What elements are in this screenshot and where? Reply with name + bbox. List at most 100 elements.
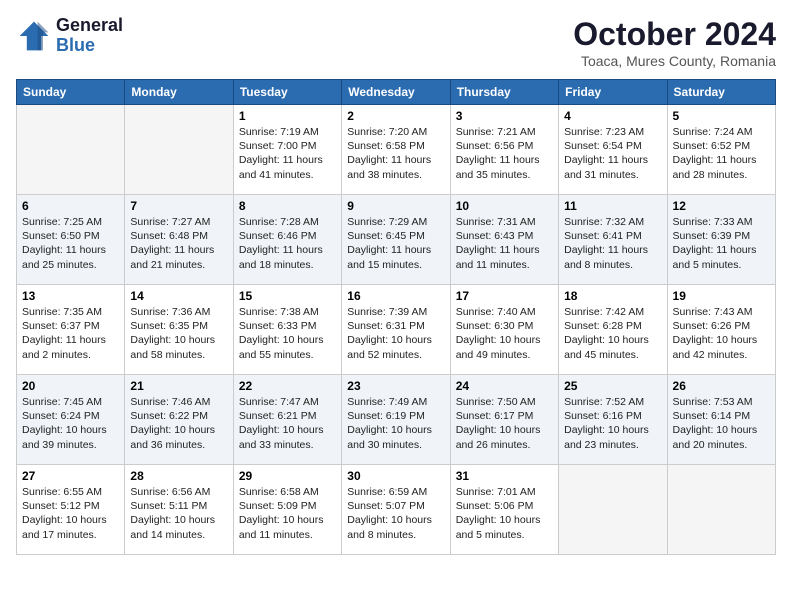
day-header-thursday: Thursday [450, 80, 558, 105]
calendar-cell: 20Sunrise: 7:45 AM Sunset: 6:24 PM Dayli… [17, 375, 125, 465]
day-number: 30 [347, 469, 444, 483]
calendar-cell: 17 Sunrise: 7:40 AM Sunset: 6:30 PM Dayli… [450, 285, 558, 375]
title-area: October 2024 Toaca, Mures County, Romani… [573, 16, 776, 69]
day-info: Sunrise: 7:36 AM Sunset: 6:35 PM Dayligh… [130, 305, 227, 362]
calendar-cell: 9Sunrise: 7:29 AM Sunset: 6:45 PM Daylig… [342, 195, 450, 285]
calendar-cell: 16 Sunrise: 7:39 AM Sunset: 6:31 PM Dayli… [342, 285, 450, 375]
day-info: Sunrise: 6:59 AM Sunset: 5:07 PM Dayligh… [347, 485, 444, 542]
calendar-week-row: 27 Sunrise: 6:55 AM Sunset: 5:12 PM Dayli… [17, 465, 776, 555]
day-info: Sunrise: 6:56 AM Sunset: 5:11 PM Dayligh… [130, 485, 227, 542]
day-number: 4 [564, 109, 661, 123]
calendar-cell: 13Sunrise: 7:35 AM Sunset: 6:37 PM Dayli… [17, 285, 125, 375]
day-info: Sunrise: 7:39 AM Sunset: 6:31 PM Dayligh… [347, 305, 444, 362]
day-number: 17 [456, 289, 553, 303]
day-info: Sunrise: 7:23 AM Sunset: 6:54 PM Dayligh… [564, 125, 661, 182]
day-info: Sunrise: 6:55 AM Sunset: 5:12 PM Dayligh… [22, 485, 119, 542]
day-number: 16 [347, 289, 444, 303]
calendar-cell: 27 Sunrise: 6:55 AM Sunset: 5:12 PM Dayli… [17, 465, 125, 555]
day-header-friday: Friday [559, 80, 667, 105]
calendar-cell: 3Sunrise: 7:21 AM Sunset: 6:56 PM Daylig… [450, 105, 558, 195]
day-number: 6 [22, 199, 119, 213]
logo: General Blue [16, 16, 123, 56]
day-number: 11 [564, 199, 661, 213]
day-info: Sunrise: 7:43 AM Sunset: 6:26 PM Dayligh… [673, 305, 770, 362]
calendar-header-row: SundayMondayTuesdayWednesdayThursdayFrid… [17, 80, 776, 105]
day-info: Sunrise: 7:28 AM Sunset: 6:46 PM Dayligh… [239, 215, 336, 272]
day-number: 7 [130, 199, 227, 213]
day-number: 18 [564, 289, 661, 303]
day-info: Sunrise: 7:40 AM Sunset: 6:30 PM Dayligh… [456, 305, 553, 362]
calendar-week-row: 20Sunrise: 7:45 AM Sunset: 6:24 PM Dayli… [17, 375, 776, 465]
calendar-cell: 7Sunrise: 7:27 AM Sunset: 6:48 PM Daylig… [125, 195, 233, 285]
day-number: 12 [673, 199, 770, 213]
month-title: October 2024 [573, 16, 776, 53]
day-info: Sunrise: 7:31 AM Sunset: 6:43 PM Dayligh… [456, 215, 553, 272]
calendar-cell: 26Sunrise: 7:53 AM Sunset: 6:14 PM Dayli… [667, 375, 775, 465]
calendar-cell [667, 465, 775, 555]
day-number: 5 [673, 109, 770, 123]
day-header-tuesday: Tuesday [233, 80, 341, 105]
day-header-wednesday: Wednesday [342, 80, 450, 105]
calendar-cell [559, 465, 667, 555]
day-number: 19 [673, 289, 770, 303]
calendar-cell: 30 Sunrise: 6:59 AM Sunset: 5:07 PM Dayli… [342, 465, 450, 555]
logo-general: General [56, 16, 123, 36]
day-info: Sunrise: 7:29 AM Sunset: 6:45 PM Dayligh… [347, 215, 444, 272]
calendar-cell [125, 105, 233, 195]
day-number: 15 [239, 289, 336, 303]
calendar-cell: 19 Sunrise: 7:43 AM Sunset: 6:26 PM Dayli… [667, 285, 775, 375]
calendar-cell: 22 Sunrise: 7:47 AM Sunset: 6:21 PM Dayli… [233, 375, 341, 465]
day-number: 14 [130, 289, 227, 303]
day-number: 23 [347, 379, 444, 393]
day-number: 27 [22, 469, 119, 483]
calendar-cell: 24Sunrise: 7:50 AM Sunset: 6:17 PM Dayli… [450, 375, 558, 465]
calendar-cell: 14 Sunrise: 7:36 AM Sunset: 6:35 PM Dayli… [125, 285, 233, 375]
day-number: 8 [239, 199, 336, 213]
day-info: Sunrise: 7:47 AM Sunset: 6:21 PM Dayligh… [239, 395, 336, 452]
calendar-cell: 18 Sunrise: 7:42 AM Sunset: 6:28 PM Dayli… [559, 285, 667, 375]
day-info: Sunrise: 7:25 AM Sunset: 6:50 PM Dayligh… [22, 215, 119, 272]
day-info: Sunrise: 7:19 AM Sunset: 7:00 PM Dayligh… [239, 125, 336, 182]
day-info: Sunrise: 7:20 AM Sunset: 6:58 PM Dayligh… [347, 125, 444, 182]
day-info: Sunrise: 7:33 AM Sunset: 6:39 PM Dayligh… [673, 215, 770, 272]
calendar-cell: 21 Sunrise: 7:46 AM Sunset: 6:22 PM Dayli… [125, 375, 233, 465]
calendar-cell: 15 Sunrise: 7:38 AM Sunset: 6:33 PM Dayli… [233, 285, 341, 375]
day-number: 31 [456, 469, 553, 483]
day-number: 22 [239, 379, 336, 393]
logo-text: General Blue [56, 16, 123, 56]
calendar-cell: 10 Sunrise: 7:31 AM Sunset: 6:43 PM Dayli… [450, 195, 558, 285]
calendar-week-row: 1Sunrise: 7:19 AM Sunset: 7:00 PM Daylig… [17, 105, 776, 195]
day-info: Sunrise: 7:32 AM Sunset: 6:41 PM Dayligh… [564, 215, 661, 272]
calendar-cell [17, 105, 125, 195]
logo-icon [16, 18, 52, 54]
calendar-cell: 2Sunrise: 7:20 AM Sunset: 6:58 PM Daylig… [342, 105, 450, 195]
day-info: Sunrise: 6:58 AM Sunset: 5:09 PM Dayligh… [239, 485, 336, 542]
day-number: 25 [564, 379, 661, 393]
calendar-cell: 6 Sunrise: 7:25 AM Sunset: 6:50 PM Daylig… [17, 195, 125, 285]
day-info: Sunrise: 7:46 AM Sunset: 6:22 PM Dayligh… [130, 395, 227, 452]
day-info: Sunrise: 7:38 AM Sunset: 6:33 PM Dayligh… [239, 305, 336, 362]
calendar-cell: 11 Sunrise: 7:32 AM Sunset: 6:41 PM Dayli… [559, 195, 667, 285]
day-info: Sunrise: 7:21 AM Sunset: 6:56 PM Dayligh… [456, 125, 553, 182]
location-subtitle: Toaca, Mures County, Romania [573, 53, 776, 69]
day-info: Sunrise: 7:50 AM Sunset: 6:17 PM Dayligh… [456, 395, 553, 452]
calendar-cell: 29 Sunrise: 6:58 AM Sunset: 5:09 PM Dayli… [233, 465, 341, 555]
day-info: Sunrise: 7:42 AM Sunset: 6:28 PM Dayligh… [564, 305, 661, 362]
calendar-cell: 8 Sunrise: 7:28 AM Sunset: 6:46 PM Daylig… [233, 195, 341, 285]
calendar-cell: 23 Sunrise: 7:49 AM Sunset: 6:19 PM Dayli… [342, 375, 450, 465]
day-number: 29 [239, 469, 336, 483]
calendar-cell: 28 Sunrise: 6:56 AM Sunset: 5:11 PM Dayli… [125, 465, 233, 555]
day-number: 10 [456, 199, 553, 213]
day-number: 21 [130, 379, 227, 393]
day-info: Sunrise: 7:01 AM Sunset: 5:06 PM Dayligh… [456, 485, 553, 542]
day-info: Sunrise: 7:52 AM Sunset: 6:16 PM Dayligh… [564, 395, 661, 452]
day-number: 28 [130, 469, 227, 483]
day-info: Sunrise: 7:24 AM Sunset: 6:52 PM Dayligh… [673, 125, 770, 182]
calendar-week-row: 13Sunrise: 7:35 AM Sunset: 6:37 PM Dayli… [17, 285, 776, 375]
day-number: 20 [22, 379, 119, 393]
calendar-cell: 5 Sunrise: 7:24 AM Sunset: 6:52 PM Daylig… [667, 105, 775, 195]
day-info: Sunrise: 7:35 AM Sunset: 6:37 PM Dayligh… [22, 305, 119, 362]
calendar-table: SundayMondayTuesdayWednesdayThursdayFrid… [16, 79, 776, 555]
day-info: Sunrise: 7:49 AM Sunset: 6:19 PM Dayligh… [347, 395, 444, 452]
page-header: General Blue October 2024 Toaca, Mures C… [16, 16, 776, 69]
